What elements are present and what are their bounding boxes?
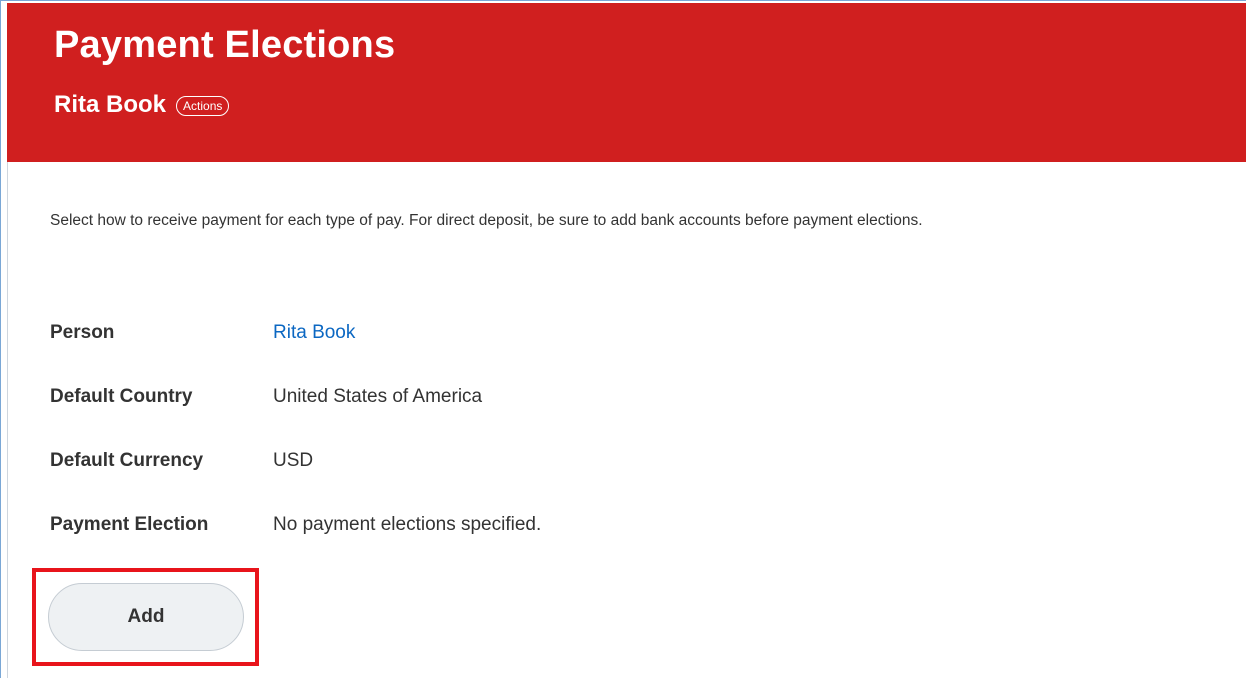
add-button[interactable]: Add bbox=[48, 583, 244, 651]
default-currency-label: Default Currency bbox=[50, 450, 204, 471]
page-title: Payment Elections bbox=[54, 24, 396, 66]
worker-subtitle-row: Rita Book Actions bbox=[54, 91, 230, 119]
default-country-value: United States of America bbox=[273, 386, 483, 407]
worker-name: Rita Book bbox=[54, 91, 167, 118]
payment-election-label: Payment Election bbox=[50, 514, 209, 535]
person-label: Person bbox=[50, 322, 115, 343]
content-left-border bbox=[7, 162, 8, 678]
default-country-label: Default Country bbox=[50, 386, 193, 407]
default-currency-value: USD bbox=[273, 450, 314, 471]
page-header: Payment Elections Rita Book Actions bbox=[7, 3, 1246, 162]
person-link[interactable]: Rita Book bbox=[273, 322, 355, 344]
payment-election-value: No payment elections specified. bbox=[273, 514, 542, 535]
instructions-text: Select how to receive payment for each t… bbox=[50, 212, 923, 229]
payment-elections-page: Payment Elections Rita Book Actions Sele… bbox=[0, 0, 1246, 678]
actions-button[interactable]: Actions bbox=[176, 96, 230, 116]
